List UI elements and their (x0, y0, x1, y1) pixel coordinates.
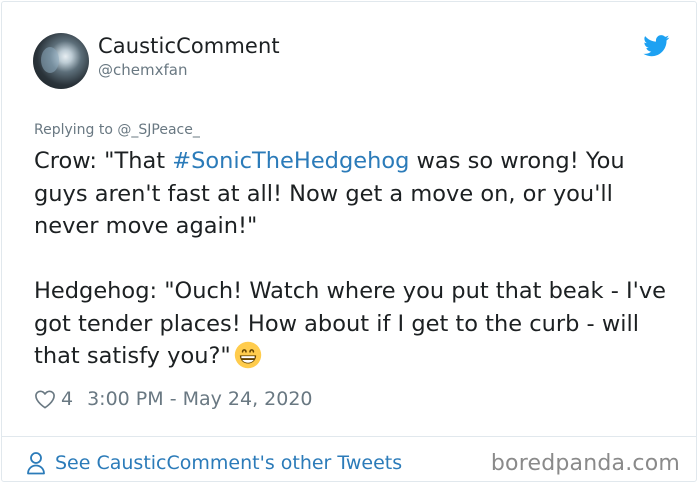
replying-to-line[interactable]: Replying to @_SJPeace_ (34, 122, 200, 138)
grinning-face-emoji-icon (234, 341, 262, 369)
heart-icon[interactable] (34, 389, 56, 409)
hashtag-link[interactable]: #SonicTheHedgehog (172, 148, 409, 174)
see-other-tweets-link[interactable]: See CausticComment's other Tweets (26, 449, 402, 477)
twitter-bird-icon[interactable] (643, 35, 670, 57)
tweet-card: CausticComment @chemxfan Replying to @_S… (1, 1, 697, 482)
tweet-text-part1: Crow: "That (34, 148, 173, 174)
like-count[interactable]: 4 (61, 388, 73, 410)
tweet-meta: 4 3:00 PM - May 24, 2020 (34, 386, 313, 412)
person-icon (27, 452, 45, 475)
tweet-text: Crow: "That #SonicTheHedgehog was so wro… (34, 145, 674, 373)
author-display-name[interactable]: CausticComment (98, 34, 280, 58)
author-handle[interactable]: @chemxfan (98, 61, 187, 79)
see-other-tweets-label[interactable]: See CausticComment's other Tweets (55, 452, 402, 474)
timestamp[interactable]: 3:00 PM - May 24, 2020 (87, 388, 312, 410)
boredpanda-watermark: boredpanda.com (490, 451, 680, 476)
divider (2, 436, 696, 437)
avatar[interactable] (33, 33, 89, 89)
tweet-text-part2: was so wrong! You guys aren't fast at al… (34, 148, 666, 369)
